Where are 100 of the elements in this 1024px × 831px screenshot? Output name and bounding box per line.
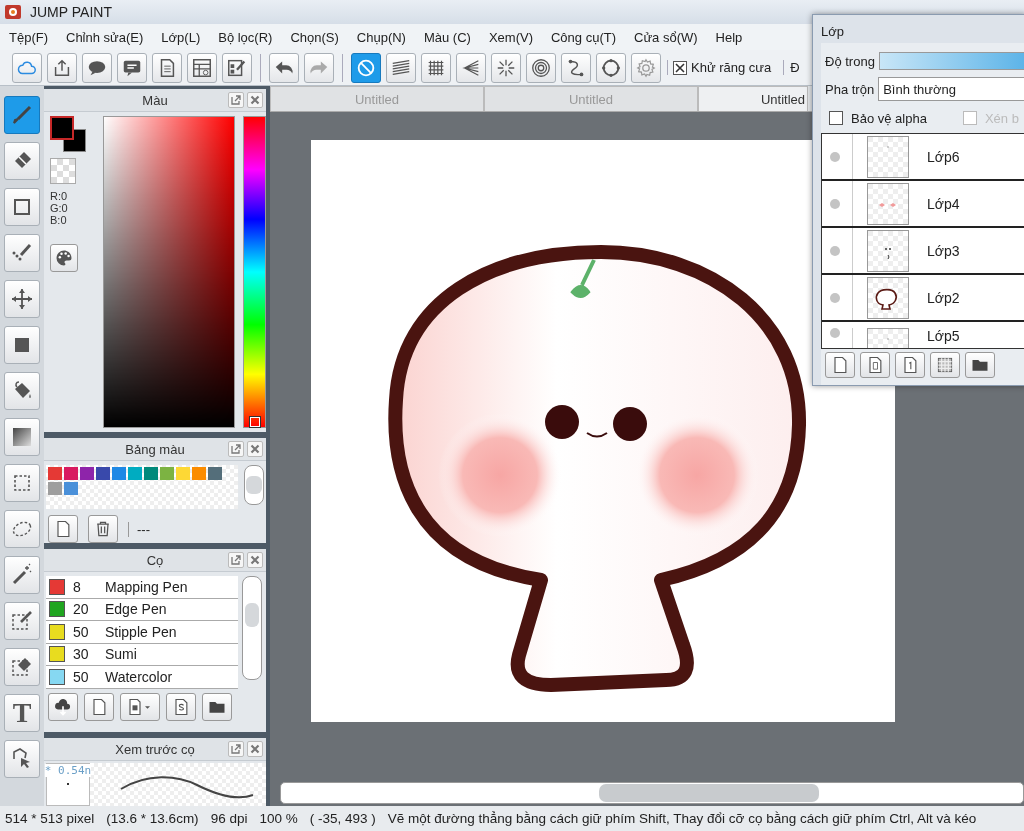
toolbar-button[interactable]: [152, 52, 182, 83]
toolbar-button[interactable]: [117, 52, 147, 83]
brush-row[interactable]: 8 Mapping Pen: [46, 576, 238, 599]
opacity-slider[interactable]: [878, 52, 1024, 70]
palette-swatch[interactable]: [176, 467, 190, 480]
tool-button[interactable]: T: [4, 694, 40, 732]
scrollbar-thumb[interactable]: [245, 603, 259, 627]
tool-button[interactable]: [4, 510, 40, 548]
tool-button[interactable]: [4, 464, 40, 502]
layer-action-button[interactable]: [930, 352, 960, 378]
visibility-toggle[interactable]: [830, 198, 840, 209]
visibility-toggle[interactable]: [830, 151, 840, 162]
toolbar-button[interactable]: [48, 692, 78, 721]
palette-swatch[interactable]: [64, 482, 78, 495]
pop-out-icon[interactable]: [228, 552, 244, 568]
palette-swatch[interactable]: [208, 467, 222, 480]
layer-action-button[interactable]: [825, 352, 855, 378]
hue-slider[interactable]: [242, 116, 266, 428]
color-field[interactable]: [102, 116, 235, 428]
visibility-toggle[interactable]: [830, 292, 840, 303]
brush-menu-button[interactable]: [120, 692, 160, 721]
tool-button[interactable]: [4, 280, 40, 318]
visibility-toggle[interactable]: [830, 328, 840, 338]
folder-button[interactable]: [202, 692, 232, 721]
layer-row[interactable]: Lớp3: [822, 228, 1024, 275]
checkbox[interactable]: [829, 111, 843, 125]
tool-button[interactable]: [4, 648, 40, 686]
palette-swatch[interactable]: [160, 467, 174, 480]
tool-button[interactable]: [4, 602, 40, 640]
tool-button[interactable]: [4, 96, 40, 134]
menu-item[interactable]: Lớp(L): [153, 26, 209, 48]
new-brush-button[interactable]: [84, 692, 114, 721]
palette-swatch[interactable]: [80, 467, 94, 480]
horizontal-scrollbar[interactable]: [280, 782, 1024, 804]
menu-item[interactable]: Tệp(F): [1, 26, 56, 48]
toolbar-button[interactable]: [596, 52, 626, 83]
toolbar-button[interactable]: [526, 52, 556, 83]
layer-row[interactable]: Lớp6: [822, 134, 1024, 181]
tool-button[interactable]: [4, 556, 40, 594]
toolbar-button[interactable]: [82, 52, 112, 83]
brush-row[interactable]: 50 Watercolor: [46, 666, 238, 689]
tool-button[interactable]: [4, 372, 40, 410]
toolbar-button[interactable]: [47, 52, 77, 83]
close-icon[interactable]: [247, 92, 263, 108]
toolbar-button[interactable]: [351, 52, 381, 83]
toolbar-button[interactable]: [561, 52, 591, 83]
menu-item[interactable]: Công cụ(T): [542, 26, 624, 48]
tool-button[interactable]: [4, 326, 40, 364]
scrollbar-thumb[interactable]: [246, 476, 262, 494]
menu-item[interactable]: Chọn(S): [282, 26, 347, 48]
menu-item[interactable]: Chụp(N): [348, 26, 414, 48]
tool-button[interactable]: [4, 740, 40, 778]
close-icon[interactable]: [247, 441, 263, 457]
tool-button[interactable]: [4, 142, 40, 180]
menu-item[interactable]: Cửa sổ(W): [626, 26, 706, 48]
brush-row[interactable]: 30 Sumi: [46, 643, 238, 666]
tool-button[interactable]: [4, 234, 40, 272]
checkbox[interactable]: [673, 60, 687, 75]
canvas-page[interactable]: [311, 140, 895, 722]
menu-item[interactable]: Bộ lọc(R): [210, 26, 281, 48]
toolbar-button[interactable]: [269, 52, 299, 83]
layer-action-button[interactable]: [895, 352, 925, 378]
document-tab[interactable]: Untitled: [698, 86, 808, 111]
visibility-toggle[interactable]: [830, 245, 840, 256]
menu-item[interactable]: Chỉnh sửa(E): [58, 26, 152, 48]
tool-button[interactable]: [4, 418, 40, 456]
layer-action-button[interactable]: [965, 352, 995, 378]
palette-swatch[interactable]: [112, 467, 126, 480]
delete-button[interactable]: [88, 515, 118, 543]
toolbar-button[interactable]: [386, 52, 416, 83]
toolbar-button[interactable]: [491, 52, 521, 83]
slider-thumb[interactable]: [249, 417, 260, 427]
tool-button[interactable]: [4, 188, 40, 226]
menu-item[interactable]: Màu (C): [415, 26, 479, 48]
menu-item[interactable]: Xem(V): [480, 26, 541, 48]
palette-swatch[interactable]: [96, 467, 110, 480]
palette-swatch[interactable]: [48, 482, 62, 495]
toolbar-button[interactable]: [421, 52, 451, 83]
toolbar-button[interactable]: [166, 692, 196, 721]
layer-row[interactable]: Lớp2: [822, 275, 1024, 322]
palette-swatch[interactable]: [48, 467, 62, 480]
layer-action-button[interactable]: [860, 352, 890, 378]
toolbar-button[interactable]: [187, 52, 217, 83]
transparent-swatch[interactable]: [50, 158, 76, 184]
palette-swatch[interactable]: [64, 467, 78, 480]
palette-swatch[interactable]: [192, 467, 206, 480]
new-swatch-button[interactable]: [48, 515, 78, 543]
color-swatch-pair[interactable]: [50, 116, 86, 152]
palette-swatch[interactable]: [128, 467, 142, 480]
toolbar-button[interactable]: [222, 52, 252, 83]
menu-item[interactable]: Help: [707, 26, 751, 48]
pop-out-icon[interactable]: [228, 741, 244, 757]
palette-button[interactable]: [50, 244, 78, 272]
close-icon[interactable]: [247, 552, 263, 568]
pop-out-icon[interactable]: [228, 92, 244, 108]
palette-swatch[interactable]: [144, 467, 158, 480]
brush-row[interactable]: 50 Stipple Pen: [46, 621, 238, 644]
scrollbar-thumb[interactable]: [599, 784, 819, 802]
blend-mode-select[interactable]: Bình thường: [878, 77, 1024, 101]
toolbar-button[interactable]: [456, 52, 486, 83]
